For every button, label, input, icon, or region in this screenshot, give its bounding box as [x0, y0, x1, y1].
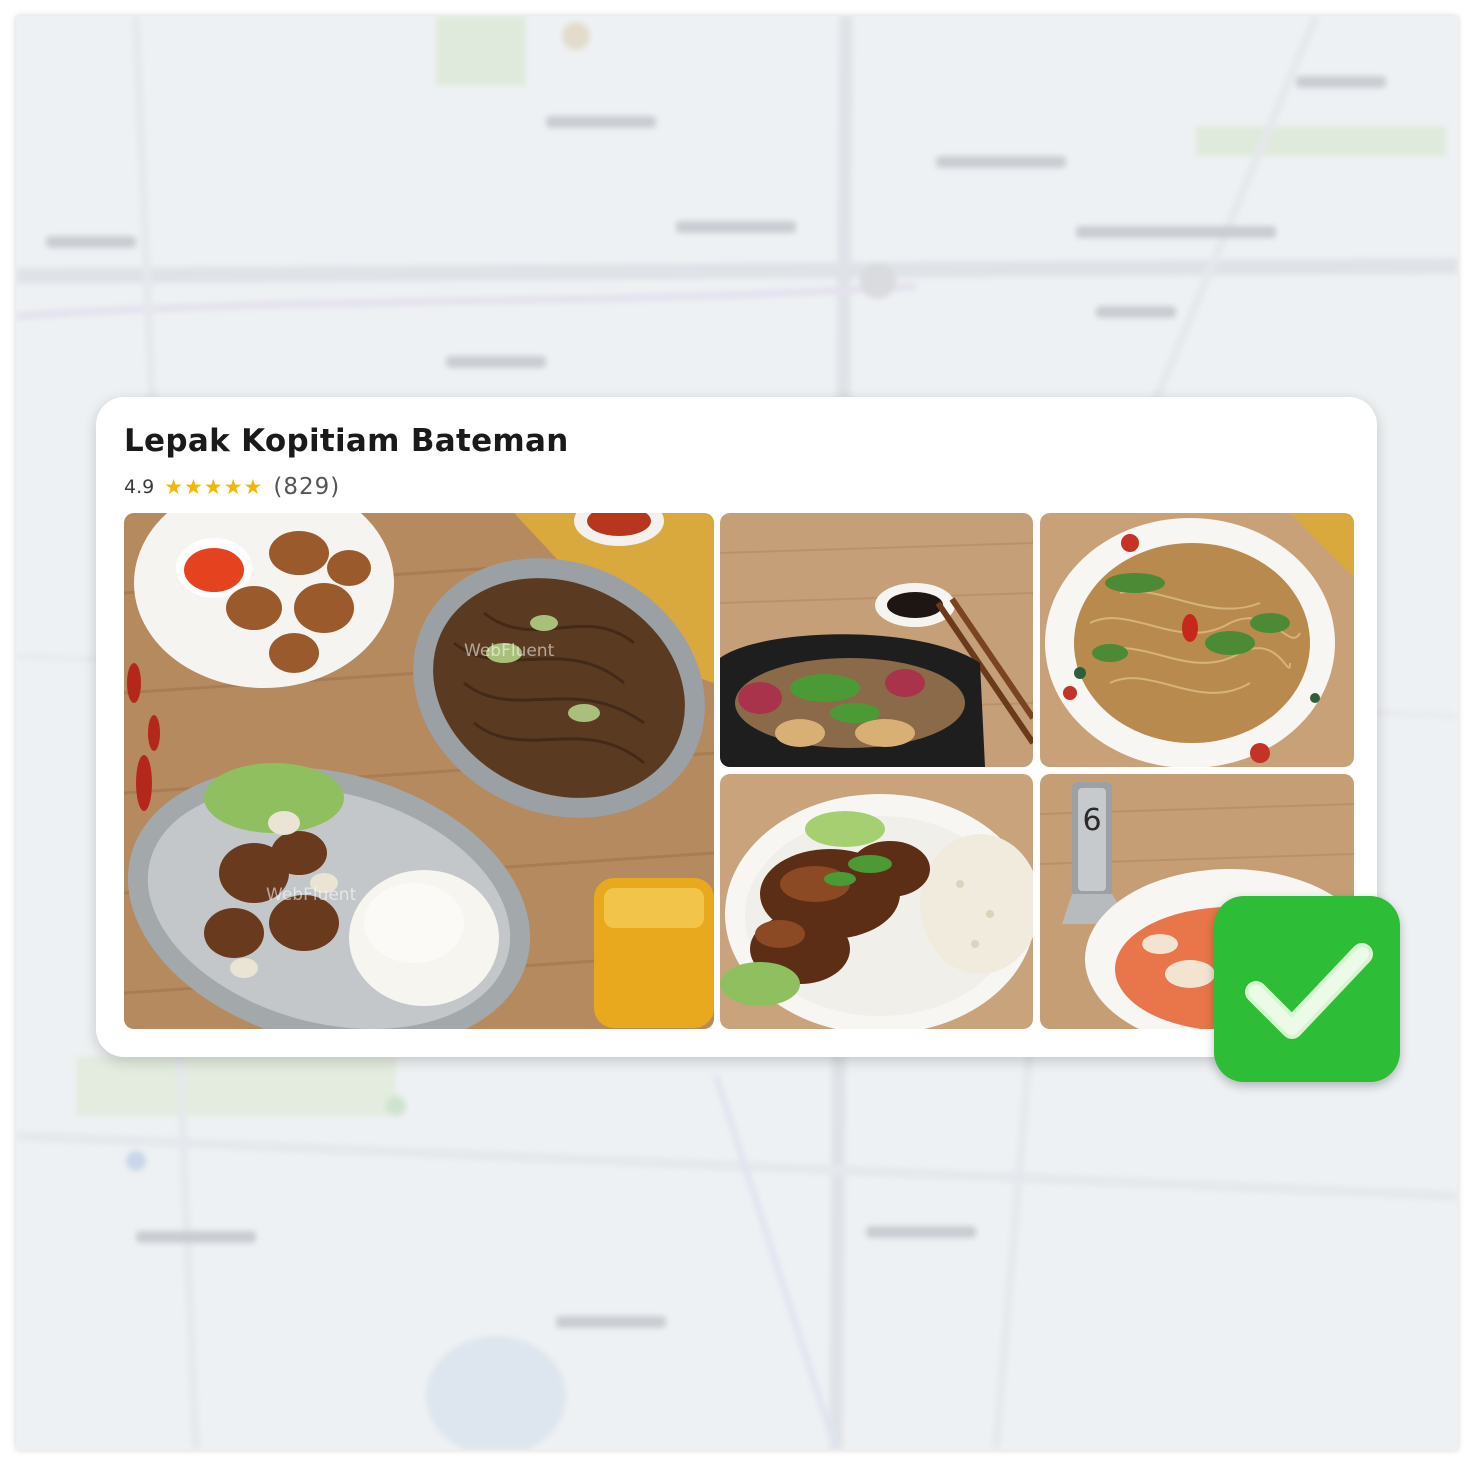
photo-fried-noodles[interactable] [1040, 513, 1354, 767]
photo-pork-image [720, 774, 1033, 1029]
svg-text:6: 6 [1082, 803, 1101, 838]
photo-claypot-rice[interactable] [720, 513, 1033, 767]
checkmark-icon [1245, 943, 1373, 1039]
place-name: Lepak Kopitiam Bateman [124, 423, 569, 459]
photo-noodles-image [1040, 513, 1354, 767]
photo-main-image [124, 513, 714, 1029]
verified-badge [1214, 896, 1400, 1082]
place-card[interactable]: Lepak Kopitiam Bateman 4.9 ★★★★★ (829) W… [96, 397, 1377, 1057]
photo-braised-pork[interactable] [720, 774, 1033, 1029]
photo-claypot-image [720, 513, 1033, 767]
photo-watermark: WebFluent [266, 885, 357, 905]
review-count[interactable]: (829) [273, 474, 340, 500]
star-rating-icon: ★★★★★ [164, 475, 264, 499]
rating-row: 4.9 ★★★★★ (829) [124, 472, 340, 502]
rating-value: 4.9 [124, 476, 155, 498]
photo-main-dishes[interactable]: WebFluent WebFluent [124, 513, 714, 1029]
photo-watermark: WebFluent [464, 641, 555, 661]
